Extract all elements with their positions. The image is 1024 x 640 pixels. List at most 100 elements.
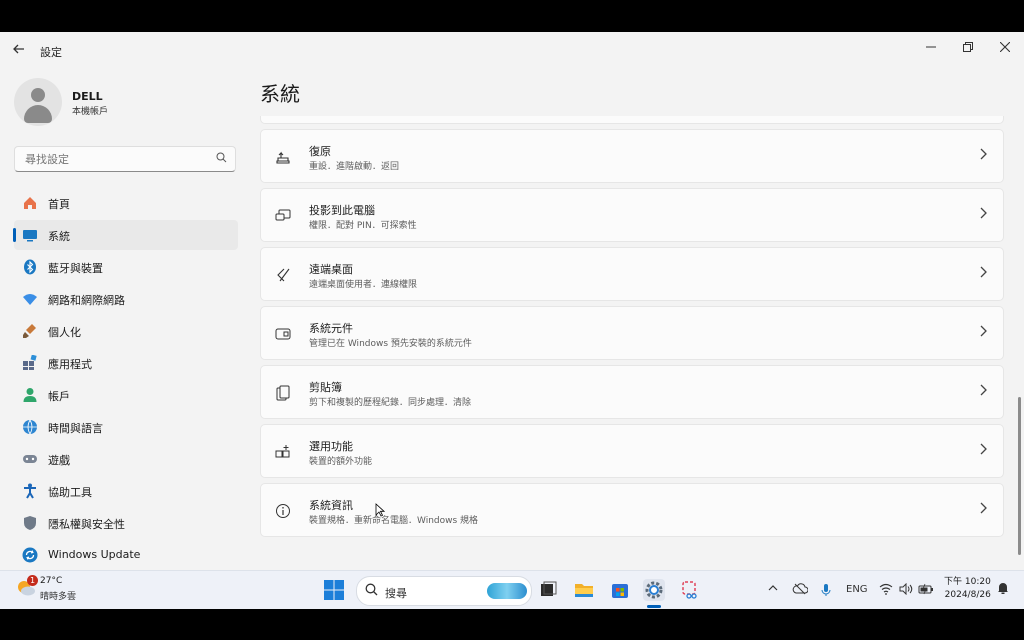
chevron-right-icon	[979, 325, 987, 341]
card-remote-desktop[interactable]: 遠端桌面 遠端桌面使用者．連線權限	[260, 247, 1004, 301]
wifi-icon[interactable]	[879, 583, 893, 598]
weather-temp[interactable]: 27°C	[40, 576, 62, 586]
minimize-button[interactable]	[916, 38, 946, 60]
remote-desktop-icon	[275, 267, 291, 283]
sidebar-item-windows-update[interactable]: Windows Update	[14, 540, 238, 570]
sidebar-item-label: Windows Update	[48, 548, 141, 561]
sidebar-item-label: 時間與語言	[48, 422, 103, 435]
card-project-to-pc[interactable]: 投影到此電腦 權限．配對 PIN．可探索性	[260, 188, 1004, 242]
gamepad-icon	[22, 451, 38, 467]
sidebar-item-label: 個人化	[48, 326, 81, 339]
account-type: 本機帳戶	[72, 107, 109, 117]
apps-icon	[22, 354, 38, 371]
sidebar-item-accessibility[interactable]: 協助工具	[14, 476, 238, 506]
card-subtitle: 裝置規格．重新命名電腦．Windows 規格	[309, 516, 479, 526]
card-title: 選用功能	[309, 440, 353, 453]
taskbar-clock[interactable]: 下午 10:20 2024/8/26	[944, 576, 991, 602]
card-clipboard[interactable]: 剪貼簿 剪下和複製的歷程紀錄．同步處理．清除	[260, 365, 1004, 419]
weather-badge: 1	[27, 575, 38, 586]
sidebar-item-label: 協助工具	[48, 486, 92, 499]
card-recovery[interactable]: 復原 重設．進階啟動．返回	[260, 129, 1004, 183]
back-arrow-icon[interactable]	[12, 42, 26, 56]
card-subtitle: 權限．配對 PIN．可探索性	[309, 221, 417, 231]
network-icon	[22, 291, 38, 307]
settings-window: 設定 DELL 本機帳戶 首頁 系統	[0, 32, 1024, 570]
card-previous[interactable]	[260, 116, 1004, 124]
card-subtitle: 管理已在 Windows 預先安裝的系統元件	[309, 339, 472, 349]
sidebar-item-label: 帳戶	[48, 390, 70, 403]
sidebar-item-system[interactable]: 系統	[13, 220, 238, 250]
recovery-icon	[275, 149, 291, 165]
home-icon	[22, 195, 38, 211]
sidebar-item-apps[interactable]: 應用程式	[14, 348, 238, 378]
sidebar-item-privacy[interactable]: 隱私權與安全性	[14, 508, 238, 538]
components-icon	[275, 326, 291, 342]
settings-search-box[interactable]	[14, 146, 236, 172]
card-about[interactable]: 系統資訊 裝置規格．重新命名電腦．Windows 規格	[260, 483, 1004, 537]
sidebar-item-label: 隱私權與安全性	[48, 518, 125, 531]
card-optional-features[interactable]: 選用功能 裝置的額外功能	[260, 424, 1004, 478]
taskbar-search[interactable]: 搜尋	[356, 576, 532, 606]
sidebar-item-label: 遊戲	[48, 454, 70, 467]
sidebar-item-home[interactable]: 首頁	[14, 188, 238, 218]
file-explorer-icon[interactable]	[573, 579, 595, 601]
card-title: 系統資訊	[309, 499, 353, 512]
chevron-right-icon	[979, 502, 987, 518]
search-input[interactable]	[23, 150, 217, 168]
system-icon	[22, 227, 38, 243]
notification-bell-icon[interactable]	[996, 581, 1010, 598]
bluetooth-icon	[22, 259, 38, 275]
card-system-components[interactable]: 系統元件 管理已在 Windows 預先安裝的系統元件	[260, 306, 1004, 360]
sidebar-item-label: 藍牙與裝置	[48, 262, 103, 275]
app-title: 設定	[40, 46, 62, 59]
sidebar-item-network[interactable]: 網路和網際網路	[14, 284, 238, 314]
chevron-right-icon	[979, 384, 987, 400]
microphone-icon[interactable]	[821, 583, 831, 600]
weather-condition[interactable]: 晴時多雲	[40, 589, 76, 602]
scrollbar-thumb[interactable]	[1018, 397, 1021, 555]
sidebar-item-personalization[interactable]: 個人化	[14, 316, 238, 346]
chevron-right-icon	[979, 266, 987, 282]
task-view-icon[interactable]	[537, 579, 559, 601]
user-name: DELL	[72, 90, 103, 103]
update-icon	[22, 547, 38, 563]
avatar[interactable]	[14, 78, 62, 126]
volume-icon[interactable]	[899, 582, 913, 598]
sidebar-item-label: 應用程式	[48, 358, 92, 371]
start-button[interactable]	[324, 580, 344, 600]
card-title: 剪貼簿	[309, 381, 342, 394]
settings-gear-icon[interactable]	[643, 579, 665, 601]
mouse-cursor-icon	[375, 502, 386, 521]
snipping-tool-icon[interactable]	[679, 579, 701, 601]
globe-icon	[22, 419, 38, 435]
sidebar-item-label: 首頁	[48, 198, 70, 211]
taskbar-search-label: 搜尋	[385, 587, 407, 600]
chevron-right-icon	[979, 148, 987, 164]
title-bar: 設定	[0, 32, 1024, 66]
chevron-right-icon	[979, 207, 987, 223]
chevron-right-icon	[979, 443, 987, 459]
card-subtitle: 遠端桌面使用者．連線權限	[309, 280, 418, 290]
restore-button[interactable]	[953, 38, 983, 60]
sidebar-item-bluetooth[interactable]: 藍牙與裝置	[14, 252, 238, 282]
search-icon	[216, 152, 227, 166]
chevron-up-icon[interactable]	[768, 583, 778, 596]
card-title: 投影到此電腦	[309, 204, 375, 217]
language-indicator[interactable]: ENG	[846, 584, 868, 595]
info-icon	[275, 503, 291, 519]
close-button[interactable]	[990, 38, 1020, 60]
sidebar-item-label: 網路和網際網路	[48, 294, 125, 307]
card-subtitle: 重設．進階啟動．返回	[309, 162, 400, 172]
onedrive-icon[interactable]	[792, 583, 809, 598]
search-icon	[365, 583, 378, 599]
card-subtitle: 裝置的額外功能	[309, 457, 373, 467]
page-title: 系統	[260, 82, 300, 106]
shield-icon	[22, 515, 38, 531]
sidebar-item-time-language[interactable]: 時間與語言	[14, 412, 238, 442]
microsoft-store-icon[interactable]	[609, 579, 631, 601]
sidebar-item-gaming[interactable]: 遊戲	[14, 444, 238, 474]
taskbar: 1 27°C 晴時多雲 搜尋 ENG 下午 10:20 2024/8/26	[0, 570, 1024, 609]
sidebar-item-accounts[interactable]: 帳戶	[14, 380, 238, 410]
settings-content: 復原 重設．進階啟動．返回 投影到此電腦 權限．配對 PIN．可探索性 遠端桌面…	[260, 116, 1005, 570]
battery-icon[interactable]	[918, 583, 934, 598]
